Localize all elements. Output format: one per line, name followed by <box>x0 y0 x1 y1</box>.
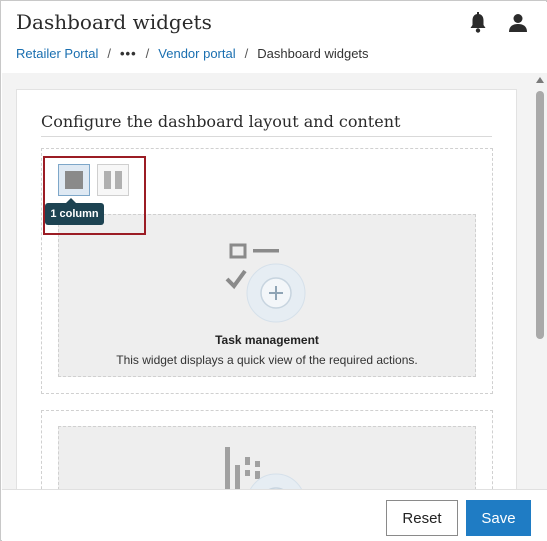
divider <box>41 136 492 137</box>
breadcrumb-separator: / <box>244 46 249 61</box>
breadcrumb-separator: / <box>145 46 150 61</box>
config-title: Configure the dashboard layout and conte… <box>41 112 401 131</box>
user-icon[interactable] <box>507 12 529 34</box>
two-column-icon <box>104 171 111 189</box>
footer-actions: Reset Save <box>2 489 547 541</box>
content-area: Configure the dashboard layout and conte… <box>2 73 533 489</box>
breadcrumb-ellipsis[interactable]: ••• <box>120 46 137 61</box>
two-column-icon <box>115 171 122 189</box>
scroll-up-arrow-icon[interactable] <box>536 77 544 83</box>
task-management-widget[interactable]: Task management This widget displays a q… <box>58 214 476 377</box>
layout-tooltip: 1 column <box>45 203 104 225</box>
chart-bars-icon <box>225 447 302 489</box>
breadcrumb-retailer-portal[interactable]: Retailer Portal <box>16 46 98 61</box>
app-window: Dashboard widgets Retailer Portal / ••• … <box>0 0 547 541</box>
task-list-icon <box>225 243 306 323</box>
widget-description: This widget displays a quick view of the… <box>116 353 418 367</box>
scroll-thumb[interactable] <box>536 91 544 339</box>
breadcrumb-separator: / <box>107 46 111 61</box>
one-column-icon <box>65 171 83 189</box>
breadcrumb-current: Dashboard widgets <box>257 46 369 61</box>
reset-button[interactable]: Reset <box>386 500 458 536</box>
vertical-scrollbar[interactable] <box>533 73 547 489</box>
widget-title: Task management <box>215 333 319 347</box>
one-column-layout-button[interactable] <box>58 164 90 196</box>
two-column-layout-button[interactable] <box>97 164 129 196</box>
bell-icon[interactable] <box>468 12 488 34</box>
page-header: Dashboard widgets Retailer Portal / ••• … <box>2 2 547 73</box>
save-button[interactable]: Save <box>466 500 531 536</box>
page-title: Dashboard widgets <box>16 10 212 34</box>
breadcrumb: Retailer Portal / ••• / Vendor portal / … <box>16 46 369 61</box>
breadcrumb-vendor-portal[interactable]: Vendor portal <box>158 46 235 61</box>
chart-widget[interactable] <box>58 426 476 489</box>
layout-config-card: Configure the dashboard layout and conte… <box>16 89 517 489</box>
